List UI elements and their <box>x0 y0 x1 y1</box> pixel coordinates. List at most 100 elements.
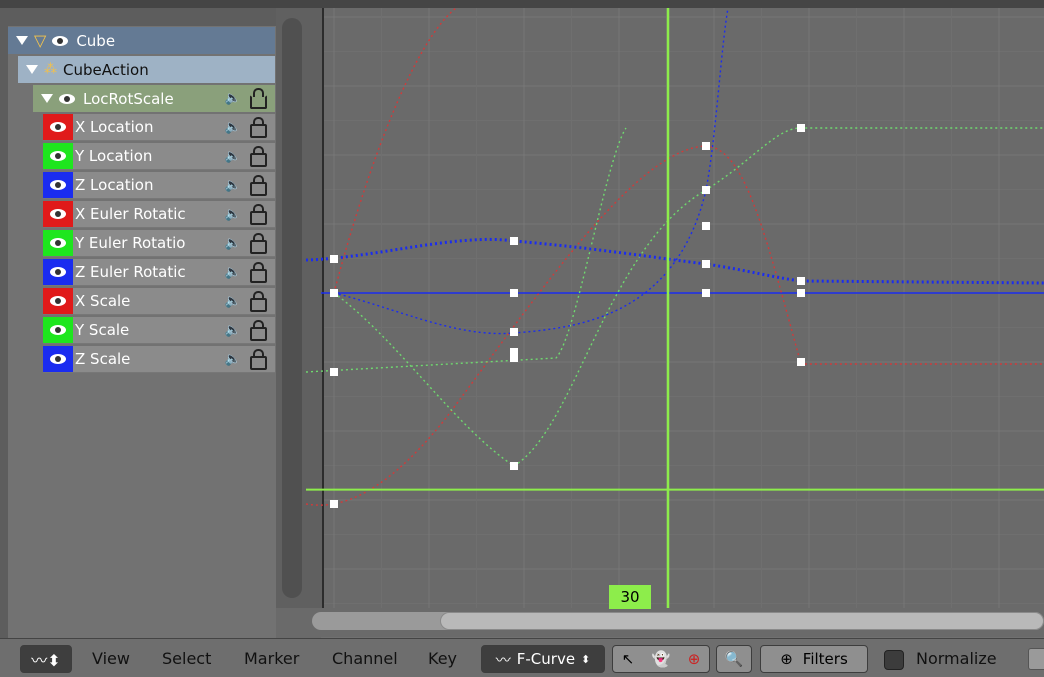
channel-label: Z Scale <box>75 350 131 368</box>
eye-icon[interactable] <box>50 238 66 248</box>
lock-icon[interactable] <box>250 233 267 254</box>
eye-icon[interactable] <box>50 180 66 190</box>
color-swatch <box>43 346 73 372</box>
fcurve-line <box>305 127 1044 467</box>
extra-checkbox[interactable] <box>1028 648 1044 670</box>
eye-icon[interactable] <box>50 209 66 219</box>
lifebuoy-icon[interactable]: ⊕ <box>688 650 701 668</box>
keyframe-point <box>797 124 805 132</box>
fcurve-channel[interactable]: Z Euler Rotatic 🔈 <box>43 259 275 286</box>
keyframe-point <box>702 289 710 297</box>
lock-icon[interactable] <box>250 117 267 138</box>
eye-icon[interactable] <box>50 151 66 161</box>
top-strip <box>0 0 1044 8</box>
lock-icon[interactable] <box>250 146 267 167</box>
channel-group[interactable]: LocRotScale 🔈 <box>33 85 275 112</box>
speaker-icon[interactable]: 🔈 <box>225 265 241 280</box>
keyframe-point <box>797 358 805 366</box>
cursor-arrow-icon[interactable]: ↖ <box>622 650 635 668</box>
expand-triangle-icon[interactable] <box>16 36 28 45</box>
filters-label: Filters <box>802 650 848 668</box>
channel-label: CubeAction <box>63 60 149 79</box>
keyframe-point <box>797 277 805 285</box>
expand-triangle-icon[interactable] <box>26 65 38 74</box>
keyframe-point <box>330 500 338 508</box>
speaker-icon[interactable]: 🔈 <box>225 149 241 164</box>
channel-object-cube[interactable]: ▽ Cube <box>8 27 275 54</box>
fcurve-channel[interactable]: Y Location 🔈 <box>43 143 275 170</box>
lock-icon[interactable] <box>250 262 267 283</box>
editor-type-button[interactable]: 〰⬍ <box>20 645 72 673</box>
speaker-icon[interactable]: 🔈 <box>225 236 241 251</box>
horizontal-scrollbar-thumb[interactable] <box>440 612 1044 630</box>
speaker-icon[interactable]: 🔈 <box>225 120 241 135</box>
menu-select[interactable]: Select <box>162 639 211 677</box>
fcurve-channel[interactable]: X Location 🔈 <box>43 114 275 141</box>
menu-view[interactable]: View <box>92 639 130 677</box>
speaker-icon[interactable]: 🔈 <box>225 91 241 106</box>
mode-dropdown[interactable]: 〰 F-Curve ⬍ <box>481 645 605 673</box>
filters-button[interactable]: ⊕ Filters <box>760 645 868 673</box>
channel-label: Y Scale <box>75 321 130 339</box>
channel-label: X Scale <box>75 292 131 310</box>
speaker-icon[interactable]: 🔈 <box>225 178 241 193</box>
expand-triangle-icon[interactable] <box>41 94 53 103</box>
menu-channel[interactable]: Channel <box>332 639 398 677</box>
channel-label: X Euler Rotatic <box>75 205 186 223</box>
color-swatch <box>43 172 73 198</box>
lock-icon[interactable] <box>250 175 267 196</box>
channel-label: Z Location <box>75 176 154 194</box>
fcurve-channel[interactable]: X Scale 🔈 <box>43 288 275 315</box>
menu-marker[interactable]: Marker <box>244 639 299 677</box>
eye-icon[interactable] <box>50 354 66 364</box>
color-swatch <box>43 288 73 314</box>
fcurve-graph[interactable]: 6420-2-4-6-8010203040506070 <box>276 8 1044 638</box>
vertical-scrollbar[interactable] <box>282 18 302 598</box>
fcurve-channel[interactable]: Z Location 🔈 <box>43 172 275 199</box>
keyframe-point <box>702 142 710 150</box>
lock-icon[interactable] <box>250 320 267 341</box>
menu-key[interactable]: Key <box>428 639 457 677</box>
plus-circle-icon: ⊕ <box>780 650 793 668</box>
eye-icon[interactable] <box>59 93 75 104</box>
color-swatch <box>43 259 73 285</box>
fcurve-line <box>305 145 1044 506</box>
channel-label: LocRotScale <box>83 89 174 108</box>
action-keys-icon: ⁂ <box>44 62 57 77</box>
speaker-icon[interactable]: 🔈 <box>225 352 241 367</box>
keyframe-point <box>510 289 518 297</box>
fcurve-line <box>333 8 457 294</box>
lock-icon[interactable] <box>250 349 267 370</box>
object-triangle-icon: ▽ <box>34 31 47 50</box>
color-swatch <box>43 317 73 343</box>
fcurve-channel[interactable]: Y Scale 🔈 <box>43 317 275 344</box>
normalize-checkbox[interactable] <box>884 650 904 670</box>
lock-icon[interactable] <box>250 204 267 225</box>
speaker-icon[interactable]: 🔈 <box>225 294 241 309</box>
fcurve-channel[interactable]: X Euler Rotatic 🔈 <box>43 201 275 228</box>
fcurve-channel[interactable]: Z Scale 🔈 <box>43 346 275 373</box>
eye-icon[interactable] <box>52 35 69 46</box>
unlock-icon[interactable] <box>250 88 267 109</box>
speaker-icon[interactable]: 🔈 <box>225 207 241 222</box>
keyframe-point <box>330 368 338 376</box>
eye-icon[interactable] <box>50 296 66 306</box>
speaker-icon[interactable]: 🔈 <box>225 323 241 338</box>
channel-label: Y Location <box>75 147 153 165</box>
keyframe-point <box>702 186 710 194</box>
zoom-button[interactable]: 🔍 <box>716 645 752 673</box>
graph-editor-icon: 〰⬍ <box>31 651 61 670</box>
lock-icon[interactable] <box>250 291 267 312</box>
channel-label: Y Euler Rotatio <box>75 234 186 252</box>
eye-icon[interactable] <box>50 325 66 335</box>
channel-label: X Location <box>75 118 154 136</box>
fcurve-channel[interactable]: Y Euler Rotatio 🔈 <box>43 230 275 257</box>
ghost-icon[interactable]: 👻 <box>652 650 671 668</box>
keyframe-point <box>510 328 518 336</box>
channel-action[interactable]: ⁂ CubeAction <box>18 56 275 83</box>
eye-icon[interactable] <box>50 267 66 277</box>
channel-label: Z Euler Rotatic <box>75 263 186 281</box>
keyframe-point <box>510 462 518 470</box>
keyframe-point <box>702 222 710 230</box>
eye-icon[interactable] <box>50 122 66 132</box>
